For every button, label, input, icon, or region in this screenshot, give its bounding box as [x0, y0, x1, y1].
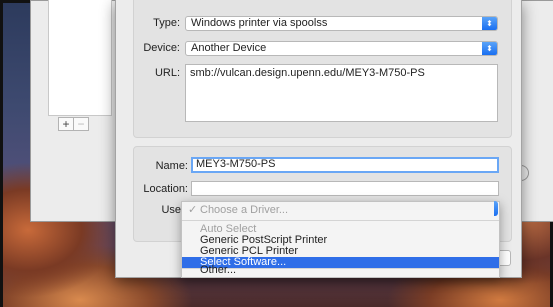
- type-value: Windows printer via spoolss: [191, 17, 328, 29]
- url-value: smb://vulcan.design.upenn.edu/MEY3-M750-…: [190, 67, 425, 79]
- device-value: Another Device: [191, 42, 267, 54]
- menu-separator: [182, 220, 499, 221]
- menu-item-label: Choose a Driver...: [200, 204, 289, 216]
- chevron-updown-icon: ⬍: [482, 42, 497, 55]
- add-printer-button[interactable]: +: [58, 117, 74, 131]
- device-label: Device:: [143, 42, 180, 54]
- chevron-updown-icon: ⬍: [482, 17, 497, 30]
- printer-list-buttons: + −: [58, 117, 89, 131]
- driver-dropdown-menu: ✓ Choose a Driver... Auto Select Generic…: [181, 201, 500, 278]
- menu-item-other[interactable]: Other...: [182, 264, 499, 277]
- device-popup[interactable]: Another Device ⬍: [185, 41, 498, 56]
- url-label: URL:: [154, 67, 180, 79]
- name-value: MEY3-M750-PS: [196, 158, 276, 170]
- url-field[interactable]: smb://vulcan.design.upenn.edu/MEY3-M750-…: [185, 64, 498, 122]
- type-label: Type:: [153, 17, 180, 29]
- driver-popup-arrow[interactable]: [494, 201, 498, 216]
- location-label: Location:: [143, 183, 188, 195]
- name-field[interactable]: MEY3-M750-PS: [191, 157, 499, 173]
- menu-item-choose-driver: ✓ Choose a Driver...: [182, 205, 499, 216]
- printer-list[interactable]: [48, 0, 112, 116]
- checkmark-icon: ✓: [188, 204, 198, 216]
- type-popup[interactable]: Windows printer via spoolss ⬍: [185, 16, 498, 31]
- location-field[interactable]: [191, 181, 499, 196]
- use-label: Use: [161, 204, 181, 216]
- name-label: Name:: [155, 160, 188, 172]
- remove-printer-button[interactable]: −: [73, 117, 89, 131]
- screen-bezel-left: [0, 0, 3, 307]
